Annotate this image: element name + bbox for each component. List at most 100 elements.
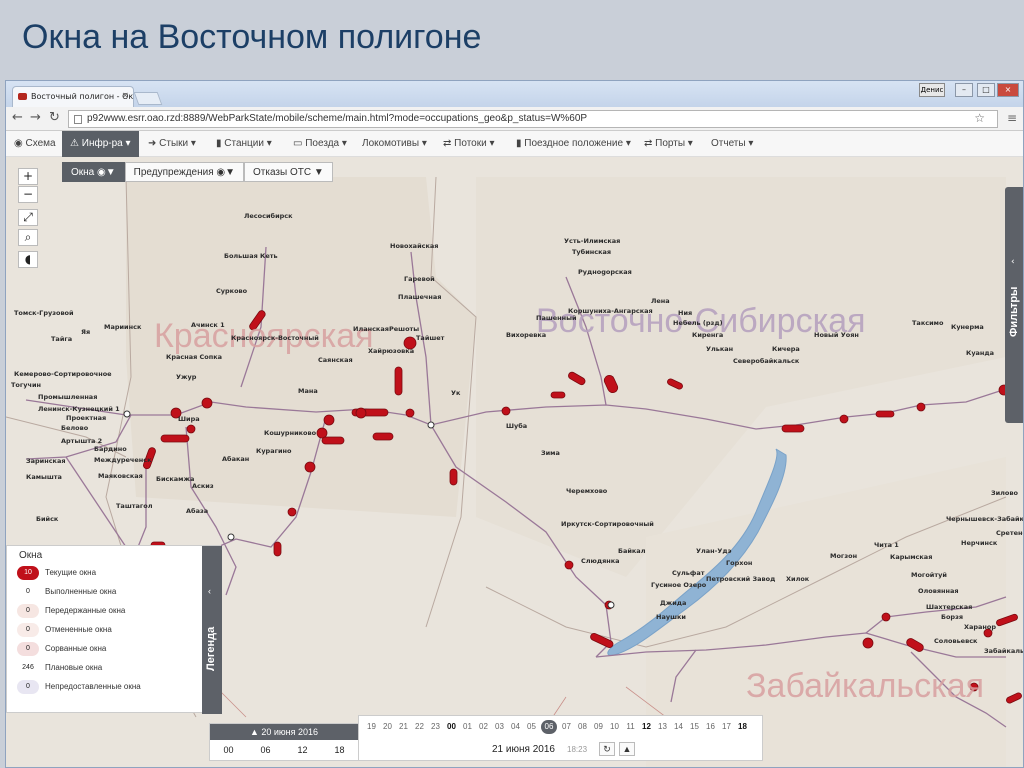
window-marker — [881, 612, 891, 622]
expand-up-button[interactable]: ▲ — [619, 742, 635, 756]
nav-joints[interactable]: ➜ Стыки ▾ — [148, 138, 196, 149]
timeline-hour[interactable]: 21 — [397, 722, 410, 734]
nav-flows[interactable]: ⇄ Потоки ▾ — [443, 138, 495, 149]
timeline-hour[interactable]: 14 — [672, 722, 685, 734]
timeline-hour[interactable]: 10 — [608, 722, 621, 734]
station-label: Хайрюзовка — [368, 347, 415, 355]
map-canvas[interactable]: Красноярская Восточно-Сибирская Забайкал… — [6, 157, 1023, 767]
station-label: Улькан — [706, 345, 734, 353]
timeline-hour[interactable]: 06 — [541, 720, 557, 734]
nav-trains[interactable]: ▭ Поезда ▾ — [293, 138, 347, 149]
bookmark-star-icon[interactable]: ☆ — [974, 111, 985, 125]
station-label: Тогучин — [11, 381, 42, 389]
station-label: Кошурниково — [264, 429, 317, 437]
nav-reports[interactable]: Отчеты ▾ — [711, 138, 753, 149]
current-time: 18:23 — [567, 745, 588, 754]
legend-label: Выполненные окна — [45, 587, 117, 596]
browser-menu-icon[interactable]: ≡ — [1007, 111, 1017, 125]
station-label: Гусиное Озеро — [651, 581, 707, 589]
timeline-hour[interactable]: 02 — [477, 722, 490, 734]
search-icon[interactable]: ⌕ — [18, 229, 38, 246]
timeline-hour[interactable]: 22 — [413, 722, 426, 734]
timeline-hour[interactable]: 15 — [688, 722, 701, 734]
nav-ports[interactable]: ⇄ Порты ▾ — [644, 138, 693, 149]
timeline-hour[interactable]: 00 — [445, 722, 458, 734]
station-label: Горхон — [726, 559, 753, 567]
station-label: Курагино — [256, 447, 292, 455]
zoom-out-button[interactable]: − — [18, 186, 38, 203]
nav-train-position[interactable]: ▮ Поездное положение ▾ — [516, 138, 631, 149]
filters-panel-tab[interactable]: ‹ Фильтры — [1005, 187, 1023, 423]
minimize-button[interactable]: – — [955, 83, 973, 97]
nav-locomotives[interactable]: Локомотивы ▾ — [362, 138, 427, 149]
window-marker — [781, 424, 805, 433]
legend-label: Легенда — [205, 626, 217, 671]
station-label: Шахтерская — [926, 603, 973, 611]
timeline-hour[interactable]: 11 — [624, 722, 637, 734]
url-input[interactable]: p92www.esrr.oao.rzd:8889/WebParkState/mo… — [68, 110, 998, 128]
timeline-hour[interactable]: 07 — [560, 722, 573, 734]
back-arrow-icon[interactable]: ← — [12, 110, 23, 125]
new-tab-button[interactable] — [133, 92, 163, 105]
station-label: Ширa — [178, 415, 200, 423]
subtab-warnings[interactable]: Предупреждения ◉▼ — [124, 162, 245, 182]
maximize-button[interactable]: □ — [977, 83, 995, 97]
hour-06[interactable]: 06 — [260, 745, 270, 755]
timeline-hour[interactable]: 17 — [720, 722, 733, 734]
station-label: Зилово — [991, 489, 1018, 497]
zoom-in-button[interactable]: + — [18, 168, 38, 185]
legend-label: Непредоставленные окна — [45, 682, 141, 691]
hour-18[interactable]: 18 — [334, 745, 344, 755]
address-bar: ← → ↻ p92www.esrr.oao.rzd:8889/WebParkSt… — [6, 107, 1023, 131]
station-label: Ужур — [176, 373, 197, 381]
station-label: Лесосибирск — [244, 212, 293, 220]
timeline-hour[interactable]: 13 — [656, 722, 669, 734]
timeline-hour[interactable]: 08 — [576, 722, 589, 734]
station-label: Ленинск-Кузнецкий 1 — [38, 405, 120, 413]
timeline-hour[interactable]: 20 — [381, 722, 394, 734]
browser-window: Восточный полигон - Ок × Денис – □ × ← →… — [5, 80, 1024, 768]
nav-infra[interactable]: ⚠ Инфр-ра ▾ — [62, 131, 139, 157]
timeline-hour[interactable]: 23 — [429, 722, 442, 734]
station-label: Чита 1 — [874, 541, 899, 549]
browser-tab[interactable]: Восточный полигон - Ок × — [12, 86, 134, 107]
forward-arrow-icon[interactable]: → — [30, 110, 41, 125]
tab-close-icon[interactable]: × — [121, 91, 129, 101]
hour-12[interactable]: 12 — [297, 745, 307, 755]
station-label: Наушки — [656, 613, 686, 621]
station-label: Бийск — [36, 515, 59, 523]
globe-filter-icon: ◉▼ — [97, 167, 116, 178]
station-label: Саянская — [318, 356, 353, 364]
sound-icon[interactable]: ◖ — [18, 251, 38, 268]
hour-00[interactable]: 00 — [223, 745, 233, 755]
station-label: Решоты — [389, 325, 420, 333]
previous-day-button[interactable]: ▲ 20 июня 2016 — [210, 724, 358, 740]
timeline-hour[interactable]: 04 — [509, 722, 522, 734]
timeline-hour[interactable]: 18 — [736, 722, 749, 734]
user-badge[interactable]: Денис — [919, 83, 945, 97]
station-label: Джида — [660, 599, 687, 607]
station-label: Красноярск-Восточный — [231, 334, 319, 342]
tab-bar: Восточный полигон - Ок × Денис – □ × — [6, 81, 1023, 107]
station-label: Таштагол — [116, 502, 153, 510]
subtab-ots-failures[interactable]: Отказы ОТС ▼ — [244, 162, 333, 182]
nav-stations[interactable]: ▮ Станции ▾ — [216, 138, 272, 149]
legend-tab[interactable]: ‹ Легенда — [202, 546, 222, 714]
reload-icon[interactable]: ↻ — [49, 110, 60, 125]
refresh-button[interactable]: ↻ — [599, 742, 615, 756]
close-window-button[interactable]: × — [997, 83, 1019, 97]
legend-label: Сорванные окна — [45, 644, 107, 653]
timeline-hour[interactable]: 19 — [365, 722, 378, 734]
timeline-hour[interactable]: 03 — [493, 722, 506, 734]
timeline-hour[interactable]: 09 — [592, 722, 605, 734]
station-label: Могзон — [830, 552, 858, 560]
window-marker — [501, 406, 511, 416]
timeline-hour[interactable]: 16 — [704, 722, 717, 734]
nav-scheme[interactable]: ◉ Схема — [14, 138, 56, 149]
measure-icon[interactable]: ⤢ — [18, 209, 38, 226]
timeline-hour[interactable]: 05 — [525, 722, 538, 734]
timeline-hour[interactable]: 12 — [640, 722, 653, 734]
subtab-windows[interactable]: Окна ◉▼ — [62, 162, 125, 182]
window-marker — [394, 366, 403, 396]
timeline-hour[interactable]: 01 — [461, 722, 474, 734]
